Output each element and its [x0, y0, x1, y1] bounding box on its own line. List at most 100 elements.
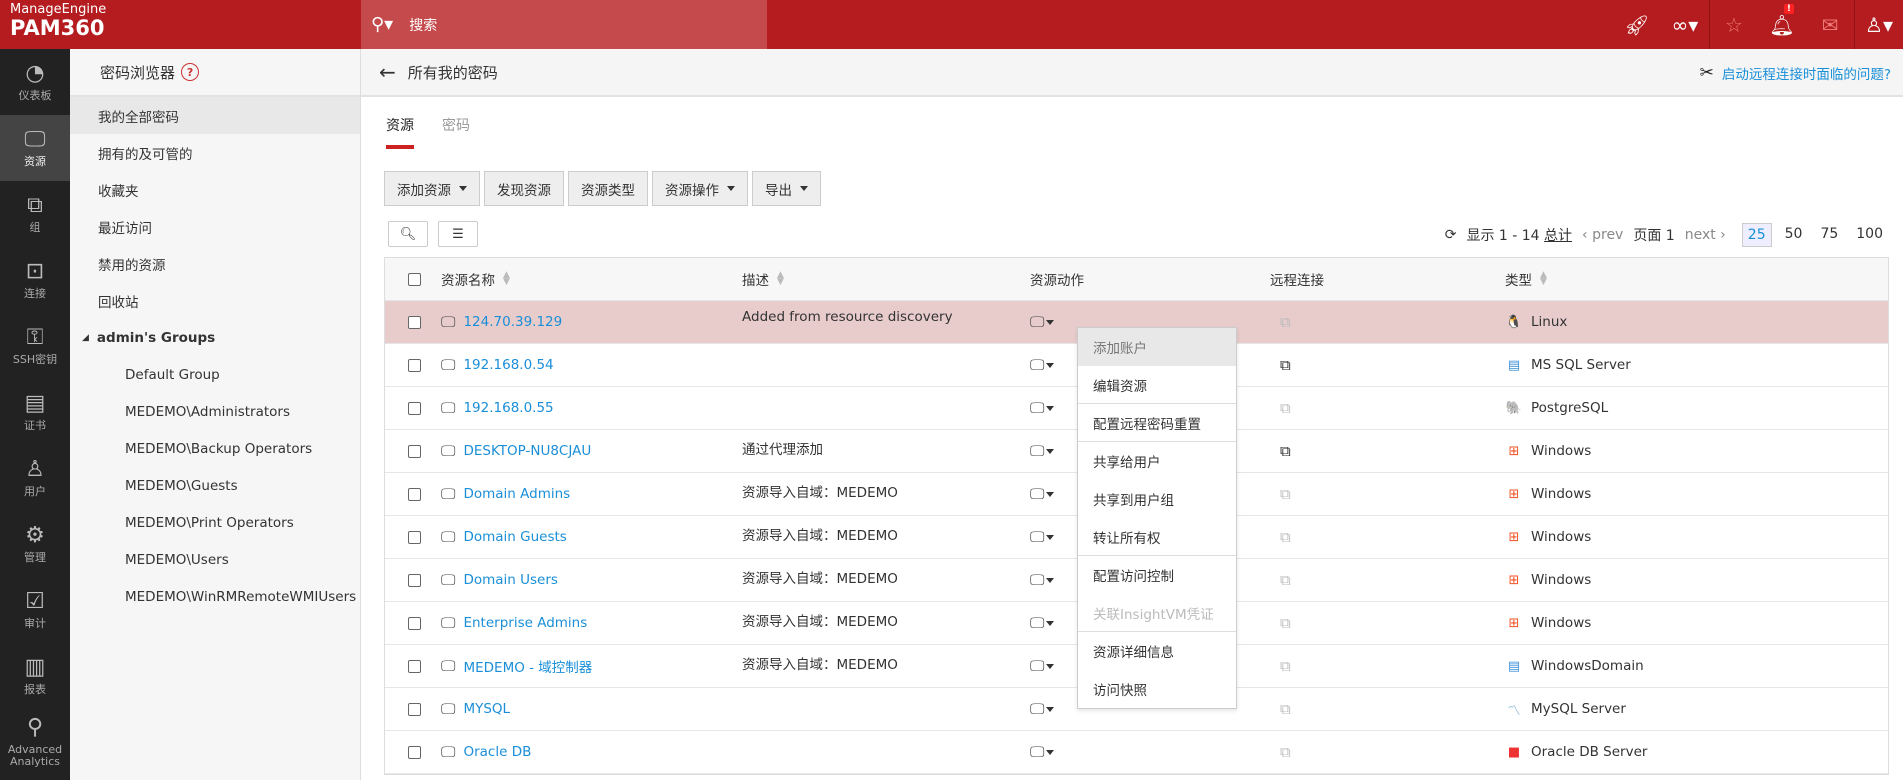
menu-item[interactable]: 转让所有权	[1078, 518, 1236, 556]
sidebar-item[interactable]: 我的全部密码	[70, 97, 360, 134]
menu-item[interactable]: 配置访问控制	[1078, 556, 1236, 594]
bell-icon[interactable]: 🔔︎!	[1758, 0, 1806, 49]
page-size-option[interactable]: 100	[1851, 223, 1888, 247]
sidebar-item[interactable]: 最近访问	[70, 208, 360, 245]
sidebar-group-item[interactable]: MEDEMO\Administrators	[70, 393, 360, 430]
resource-name-link[interactable]: DESKTOP-NU8CJAU	[463, 443, 591, 459]
remote-connection-icon[interactable]: ⧉	[1280, 356, 1291, 374]
back-arrow-icon[interactable]: ←	[379, 60, 396, 84]
resource-actions-dropdown[interactable]: 🖵	[1030, 700, 1055, 718]
nav-gear[interactable]: ⚙ 管理	[0, 511, 70, 577]
tab-passwords[interactable]: 密码	[442, 115, 470, 149]
resource-name-link[interactable]: 192.168.0.55	[463, 400, 553, 416]
col-type[interactable]: 类型 ▲ ▼	[1505, 269, 1547, 290]
remote-issue-link[interactable]: ✂ 启动远程连接时面临的问题?	[1700, 63, 1891, 83]
row-checkbox[interactable]	[408, 616, 421, 630]
logo[interactable]: ManageEngine PAM360	[10, 2, 106, 40]
resource-name-link[interactable]: Domain Admins	[463, 486, 570, 502]
remote-connection-icon[interactable]: ⧉	[1280, 442, 1291, 460]
group-tree-toggle[interactable]: ◢ admin's Groups	[70, 319, 360, 356]
menu-item[interactable]: 共享给用户	[1078, 442, 1236, 480]
nav-ssh-key[interactable]: ⚿ SSH密钥	[0, 313, 70, 379]
menu-item[interactable]: 访问快照	[1078, 670, 1236, 708]
page-size-option[interactable]: 50	[1780, 223, 1808, 247]
link-icon[interactable]: ∞▾	[1661, 0, 1709, 49]
next-button[interactable]: next ›	[1685, 227, 1726, 243]
row-checkbox[interactable]	[408, 315, 421, 329]
resource-actions-dropdown[interactable]: 🖵	[1030, 743, 1055, 761]
menu-item[interactable]: 配置远程密码重置	[1078, 404, 1236, 442]
resource-actions-dropdown[interactable]: 🖵	[1030, 442, 1055, 460]
resource-name-link[interactable]: Domain Users	[463, 572, 557, 588]
row-checkbox[interactable]	[408, 401, 421, 415]
nav-user[interactable]: ♙ 用户	[0, 445, 70, 511]
sidebar-group-item[interactable]: MEDEMO\Backup Operators	[70, 430, 360, 467]
sidebar-group-item[interactable]: MEDEMO\Guests	[70, 467, 360, 504]
menu-item[interactable]: 添加账户	[1078, 328, 1236, 366]
row-checkbox[interactable]	[408, 530, 421, 544]
nav-dashboard[interactable]: ◔ 仪表板	[0, 49, 70, 115]
resource-types-button[interactable]: 资源类型	[568, 171, 648, 206]
nav-bar-chart[interactable]: ▥ 报表	[0, 643, 70, 709]
search-input[interactable]: ⚲▾ 搜索	[361, 0, 767, 49]
row-checkbox[interactable]	[408, 444, 421, 458]
row-checkbox[interactable]	[408, 487, 421, 501]
resource-actions-dropdown[interactable]: 🖵	[1030, 614, 1055, 632]
rocket-icon[interactable]: 🚀︎	[1613, 0, 1661, 49]
discover-resource-button[interactable]: 发现资源	[484, 171, 564, 206]
page-size-option[interactable]: 25	[1741, 223, 1772, 247]
mail-icon[interactable]: ✉	[1806, 0, 1854, 49]
select-all-checkbox[interactable]	[408, 272, 421, 286]
help-icon[interactable]: ?	[181, 63, 200, 81]
sidebar-group-item[interactable]: MEDEMO\Users	[70, 541, 360, 578]
resource-name-link[interactable]: Domain Guests	[463, 529, 566, 545]
col-name[interactable]: 资源名称 ▲ ▼	[441, 269, 510, 290]
col-desc[interactable]: 描述 ▲ ▼	[742, 269, 784, 290]
export-button[interactable]: 导出	[752, 171, 821, 206]
sidebar-group-item[interactable]: Default Group	[70, 356, 360, 393]
refresh-icon[interactable]: ⟳	[1445, 227, 1457, 243]
sidebar-item[interactable]: 禁用的资源	[70, 245, 360, 282]
row-checkbox[interactable]	[408, 702, 421, 716]
add-resource-button[interactable]: 添加资源	[384, 171, 480, 206]
user-profile-icon[interactable]: ♙▾	[1855, 0, 1903, 49]
row-checkbox[interactable]	[408, 358, 421, 372]
row-checkbox[interactable]	[408, 659, 421, 673]
column-chooser-button[interactable]: ☰	[438, 221, 478, 247]
prev-button[interactable]: ‹ prev	[1582, 227, 1623, 243]
resource-actions-dropdown[interactable]: 🖵	[1030, 657, 1055, 675]
row-checkbox[interactable]	[408, 573, 421, 587]
resource-actions-dropdown[interactable]: 🖵	[1030, 399, 1055, 417]
menu-item[interactable]: 共享到用户组	[1078, 480, 1236, 518]
resource-name-link[interactable]: Enterprise Admins	[463, 615, 587, 631]
nav-clipboard[interactable]: ☑ 审计	[0, 577, 70, 643]
table-row[interactable]: 🖵 Oracle DB 🖵 ⧉ ■ Oracle DB Server	[385, 731, 1888, 774]
nav-group[interactable]: ⧉ 组	[0, 181, 70, 247]
nav-monitor[interactable]: 🖵 资源	[0, 115, 70, 181]
tab-resources[interactable]: 资源	[386, 115, 414, 149]
resource-name-link[interactable]: 192.168.0.54	[463, 357, 553, 373]
resource-actions-button[interactable]: 资源操作	[652, 171, 748, 206]
resource-name-link[interactable]: Oracle DB	[463, 744, 531, 760]
row-checkbox[interactable]	[408, 745, 421, 759]
table-search-button[interactable]: 🔍︎	[388, 221, 428, 247]
nav-certificate[interactable]: ▤ 证书	[0, 379, 70, 445]
menu-item[interactable]: 资源详细信息	[1078, 632, 1236, 670]
menu-item[interactable]: 编辑资源	[1078, 366, 1236, 404]
resource-name-link[interactable]: MYSQL	[463, 701, 510, 717]
sidebar-item[interactable]: 回收站	[70, 282, 360, 319]
resource-actions-dropdown[interactable]: 🖵	[1030, 485, 1055, 503]
resource-actions-dropdown[interactable]: 🖵	[1030, 528, 1055, 546]
sidebar-item[interactable]: 收藏夹	[70, 171, 360, 208]
sidebar-group-item[interactable]: MEDEMO\WinRMRemoteWMIUsers	[70, 578, 360, 615]
nav-analytics[interactable]: ⚲ Advanced Analytics	[0, 709, 70, 775]
search-icon[interactable]: ⚲▾	[371, 14, 393, 35]
resource-name-link[interactable]: MEDEMO - 域控制器	[463, 656, 592, 676]
resource-actions-dropdown[interactable]: 🖵	[1030, 313, 1055, 331]
page-size-option[interactable]: 75	[1815, 223, 1843, 247]
sidebar-item[interactable]: 拥有的及可管的	[70, 134, 360, 171]
resource-name-link[interactable]: 124.70.39.129	[463, 314, 562, 330]
nav-connection[interactable]: ⊡ 连接	[0, 247, 70, 313]
resource-actions-dropdown[interactable]: 🖵	[1030, 356, 1055, 374]
total-link[interactable]: 总计	[1544, 228, 1572, 244]
